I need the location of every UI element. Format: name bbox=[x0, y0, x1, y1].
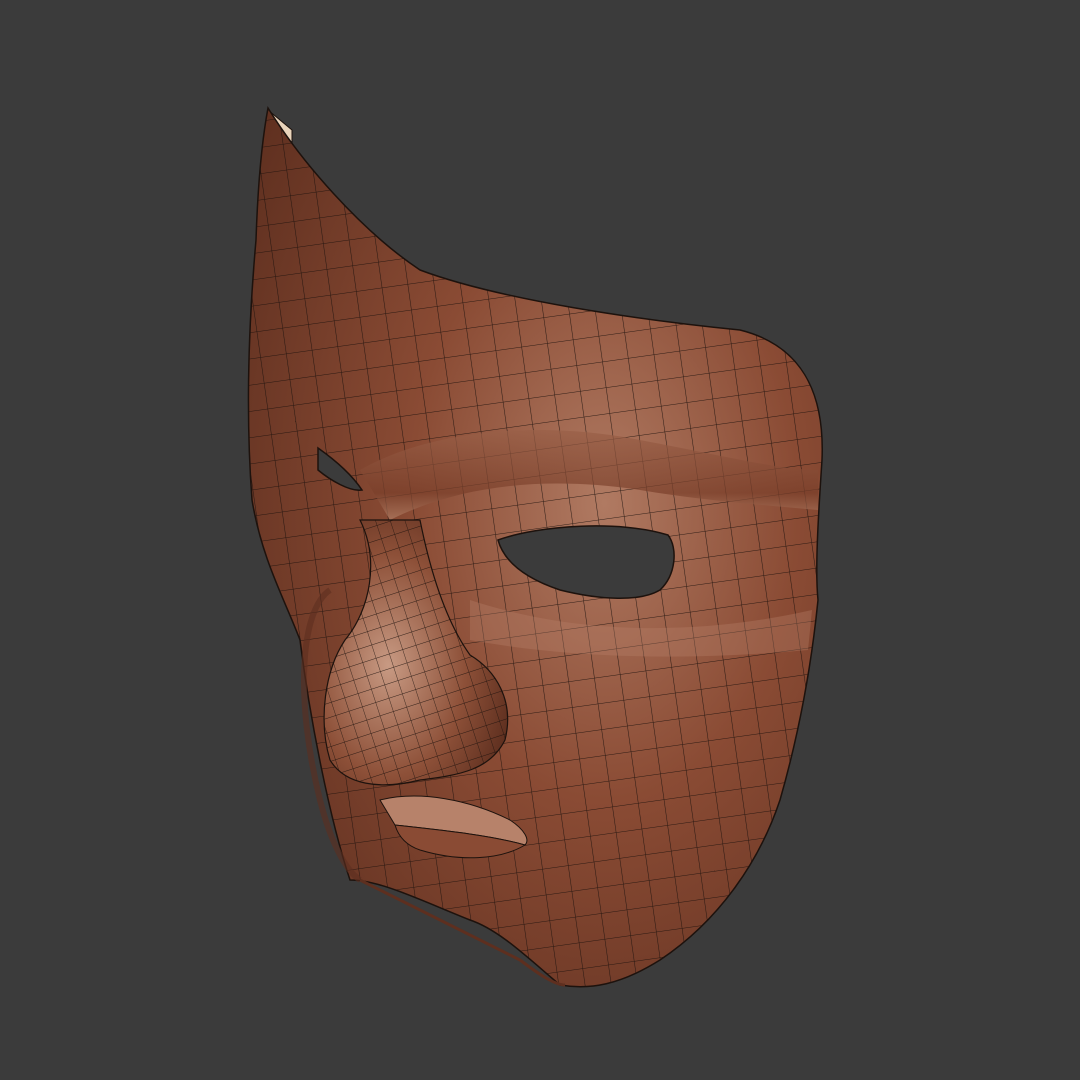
render-viewport bbox=[0, 0, 1080, 1080]
